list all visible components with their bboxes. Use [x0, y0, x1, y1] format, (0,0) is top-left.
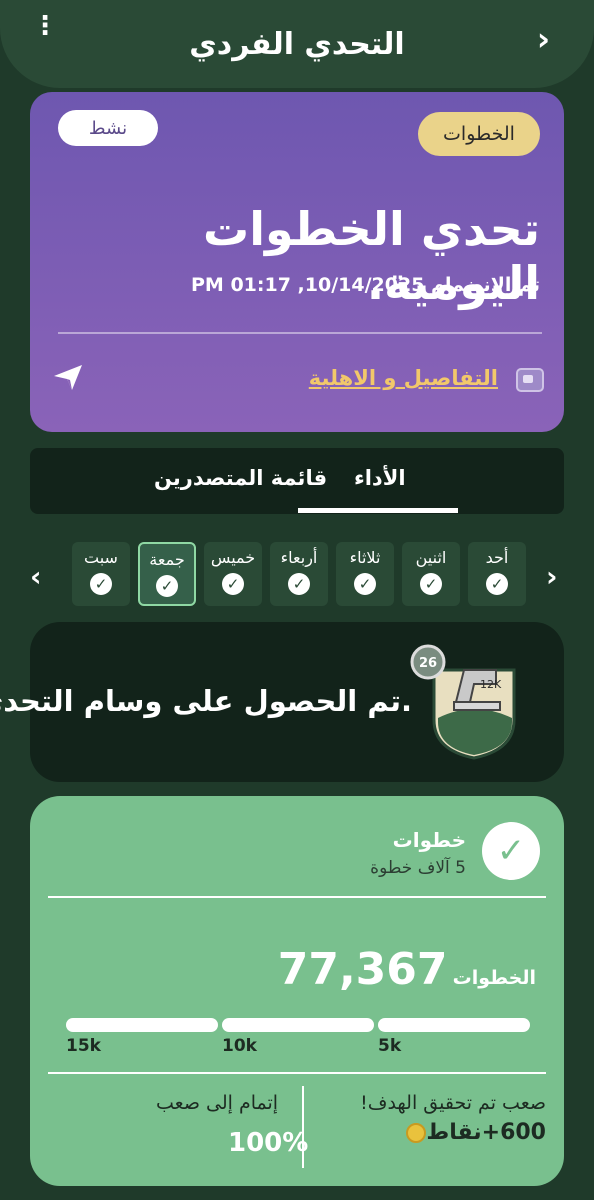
- check-icon: ✓: [90, 573, 112, 595]
- check-icon: ✓: [156, 575, 178, 597]
- check-icon: ✓: [222, 573, 244, 595]
- page-title: التحدي الفردي: [189, 26, 405, 62]
- tab-bar: قائمة المتصدرين الأداء: [30, 448, 564, 514]
- day-label: خميس: [210, 548, 256, 567]
- check-icon: ✓: [354, 573, 376, 595]
- chevron-left-icon[interactable]: ‹: [30, 560, 42, 593]
- progress-bar-medium: [222, 1018, 374, 1032]
- card-icon: [516, 368, 544, 392]
- check-icon: ✓: [482, 822, 540, 880]
- day-label: جمعة: [149, 550, 185, 569]
- divider: [58, 332, 542, 334]
- day-sunday[interactable]: أحد ✓: [468, 542, 526, 606]
- total-steps: الخطوات 77,367: [278, 944, 542, 995]
- divider: [48, 896, 546, 898]
- progress-bar-hard: [66, 1018, 218, 1032]
- check-icon: ✓: [486, 573, 508, 595]
- coin-icon: [406, 1122, 427, 1143]
- chevron-right-icon[interactable]: ›: [537, 20, 550, 58]
- tick-label: 5k: [378, 1036, 402, 1056]
- tick-label: 15k: [66, 1036, 101, 1056]
- share-icon[interactable]: [52, 362, 84, 392]
- points-reward: 600+نقاط: [402, 1120, 546, 1145]
- achieved-text: صعب تم تحقيق الهدف!: [360, 1092, 546, 1114]
- completion-value: 100%: [228, 1128, 309, 1158]
- day-label: أربعاء: [280, 548, 318, 567]
- challenge-card: الخطوات نشط تحدي الخطوات اليومية. تم الا…: [30, 92, 564, 432]
- progress-bar-easy: [378, 1018, 530, 1032]
- day-wednesday[interactable]: أربعاء ✓: [270, 542, 328, 606]
- day-friday[interactable]: جمعة ✓: [138, 542, 196, 606]
- day-saturday[interactable]: سبت ✓: [72, 542, 130, 606]
- completion-label: إتمام إلى صعب: [156, 1092, 279, 1114]
- divider: [48, 1072, 546, 1074]
- chevron-right-icon[interactable]: ›: [546, 560, 558, 593]
- goal-subtitle: 5 آلاف خطوة: [370, 858, 466, 878]
- category-badge: الخطوات: [418, 112, 540, 156]
- details-link[interactable]: التفاصيل و الاهلية: [309, 366, 498, 390]
- check-icon: ✓: [420, 573, 442, 595]
- steps-count: 77,367: [277, 944, 448, 995]
- goal-label: خطوات: [392, 828, 466, 852]
- badge-card: تم الحصول على وسام التحدي. 12K 26: [0, 622, 564, 782]
- tab-leaderboard[interactable]: قائمة المتصدرين: [154, 466, 327, 490]
- day-label: سبت: [84, 548, 118, 567]
- app-header: ⋮ التحدي الفردي ›: [0, 0, 594, 88]
- day-thursday[interactable]: خميس ✓: [204, 542, 262, 606]
- tab-performance[interactable]: الأداء: [354, 466, 406, 490]
- badge-message: تم الحصول على وسام التحدي.: [0, 684, 412, 718]
- day-tuesday[interactable]: ثلاثاء ✓: [336, 542, 394, 606]
- days-row: ‹ سبت ✓ جمعة ✓ خميس ✓ أربعاء ✓ ثلاثاء ✓ …: [0, 540, 594, 610]
- points-value: 600+نقاط: [426, 1120, 546, 1145]
- day-label: أحد: [485, 548, 509, 567]
- day-label: ثلاثاء: [349, 548, 381, 567]
- day-monday[interactable]: اثنين ✓: [402, 542, 460, 606]
- steps-unit: الخطوات: [452, 967, 536, 989]
- shoe-badge-icon: 12K 26: [410, 644, 516, 760]
- badge-label: 12K: [480, 678, 502, 691]
- joined-date: تم الانضمام 10/14/2025, 01:17 PM: [190, 274, 540, 296]
- tick-label: 10k: [222, 1036, 257, 1056]
- more-vertical-icon[interactable]: ⋮: [32, 13, 58, 39]
- check-icon: ✓: [288, 573, 310, 595]
- status-badge: نشط: [58, 110, 158, 146]
- progress-card: ✓ خطوات 5 آلاف خطوة الخطوات 77,367 15k 1…: [30, 796, 564, 1186]
- active-tab-indicator: [298, 508, 458, 513]
- badge-count: 26: [419, 656, 437, 671]
- day-label: اثنين: [415, 548, 447, 567]
